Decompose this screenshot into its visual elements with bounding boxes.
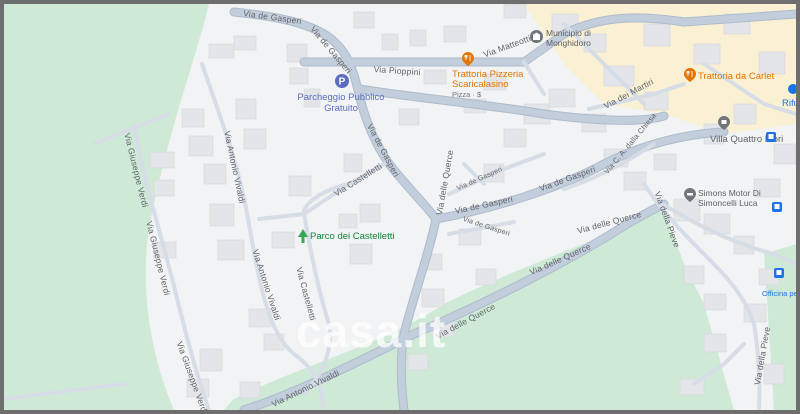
city-hall-icon: [530, 30, 543, 43]
fork-knife-icon: [684, 68, 696, 82]
trattoria-pizzeria-info: Pizza · $: [452, 90, 482, 99]
parking-icon: P: [335, 74, 349, 88]
parking-label[interactable]: Parcheggio Pubblico Gratuito: [292, 92, 390, 114]
fork-knife-icon: [462, 52, 474, 66]
trattoria-pizzeria-label[interactable]: Trattoria Pizzeria Scaricalasino Pizza ·…: [452, 70, 540, 100]
tree-icon: [298, 229, 308, 243]
simons-label[interactable]: Simons Motor Di Simoncelli Luca: [698, 188, 796, 208]
bus-icon: [766, 132, 776, 142]
map-view[interactable]: Via de Gasperi Via de Gasperi Via Pioppi…: [4, 4, 796, 410]
watermark: casa.it: [296, 305, 447, 357]
svg-text:P: P: [339, 77, 346, 88]
park-label[interactable]: Parco dei Castelletti: [310, 231, 394, 242]
landmark-icon: [718, 116, 730, 130]
bus-icon: [774, 268, 784, 278]
bus-icon: [788, 84, 796, 94]
office-label[interactable]: Officina pe: [762, 288, 796, 299]
municipio-label[interactable]: Municipio di Monghidoro: [546, 28, 604, 48]
trattoria-carlet-label[interactable]: Trattoria da Carlet: [698, 71, 774, 82]
car-repair-icon: [684, 188, 696, 202]
rifu-label[interactable]: Rifu: [782, 98, 796, 109]
trattoria-pizzeria-name: Trattoria Pizzeria Scaricalasino: [452, 69, 524, 90]
